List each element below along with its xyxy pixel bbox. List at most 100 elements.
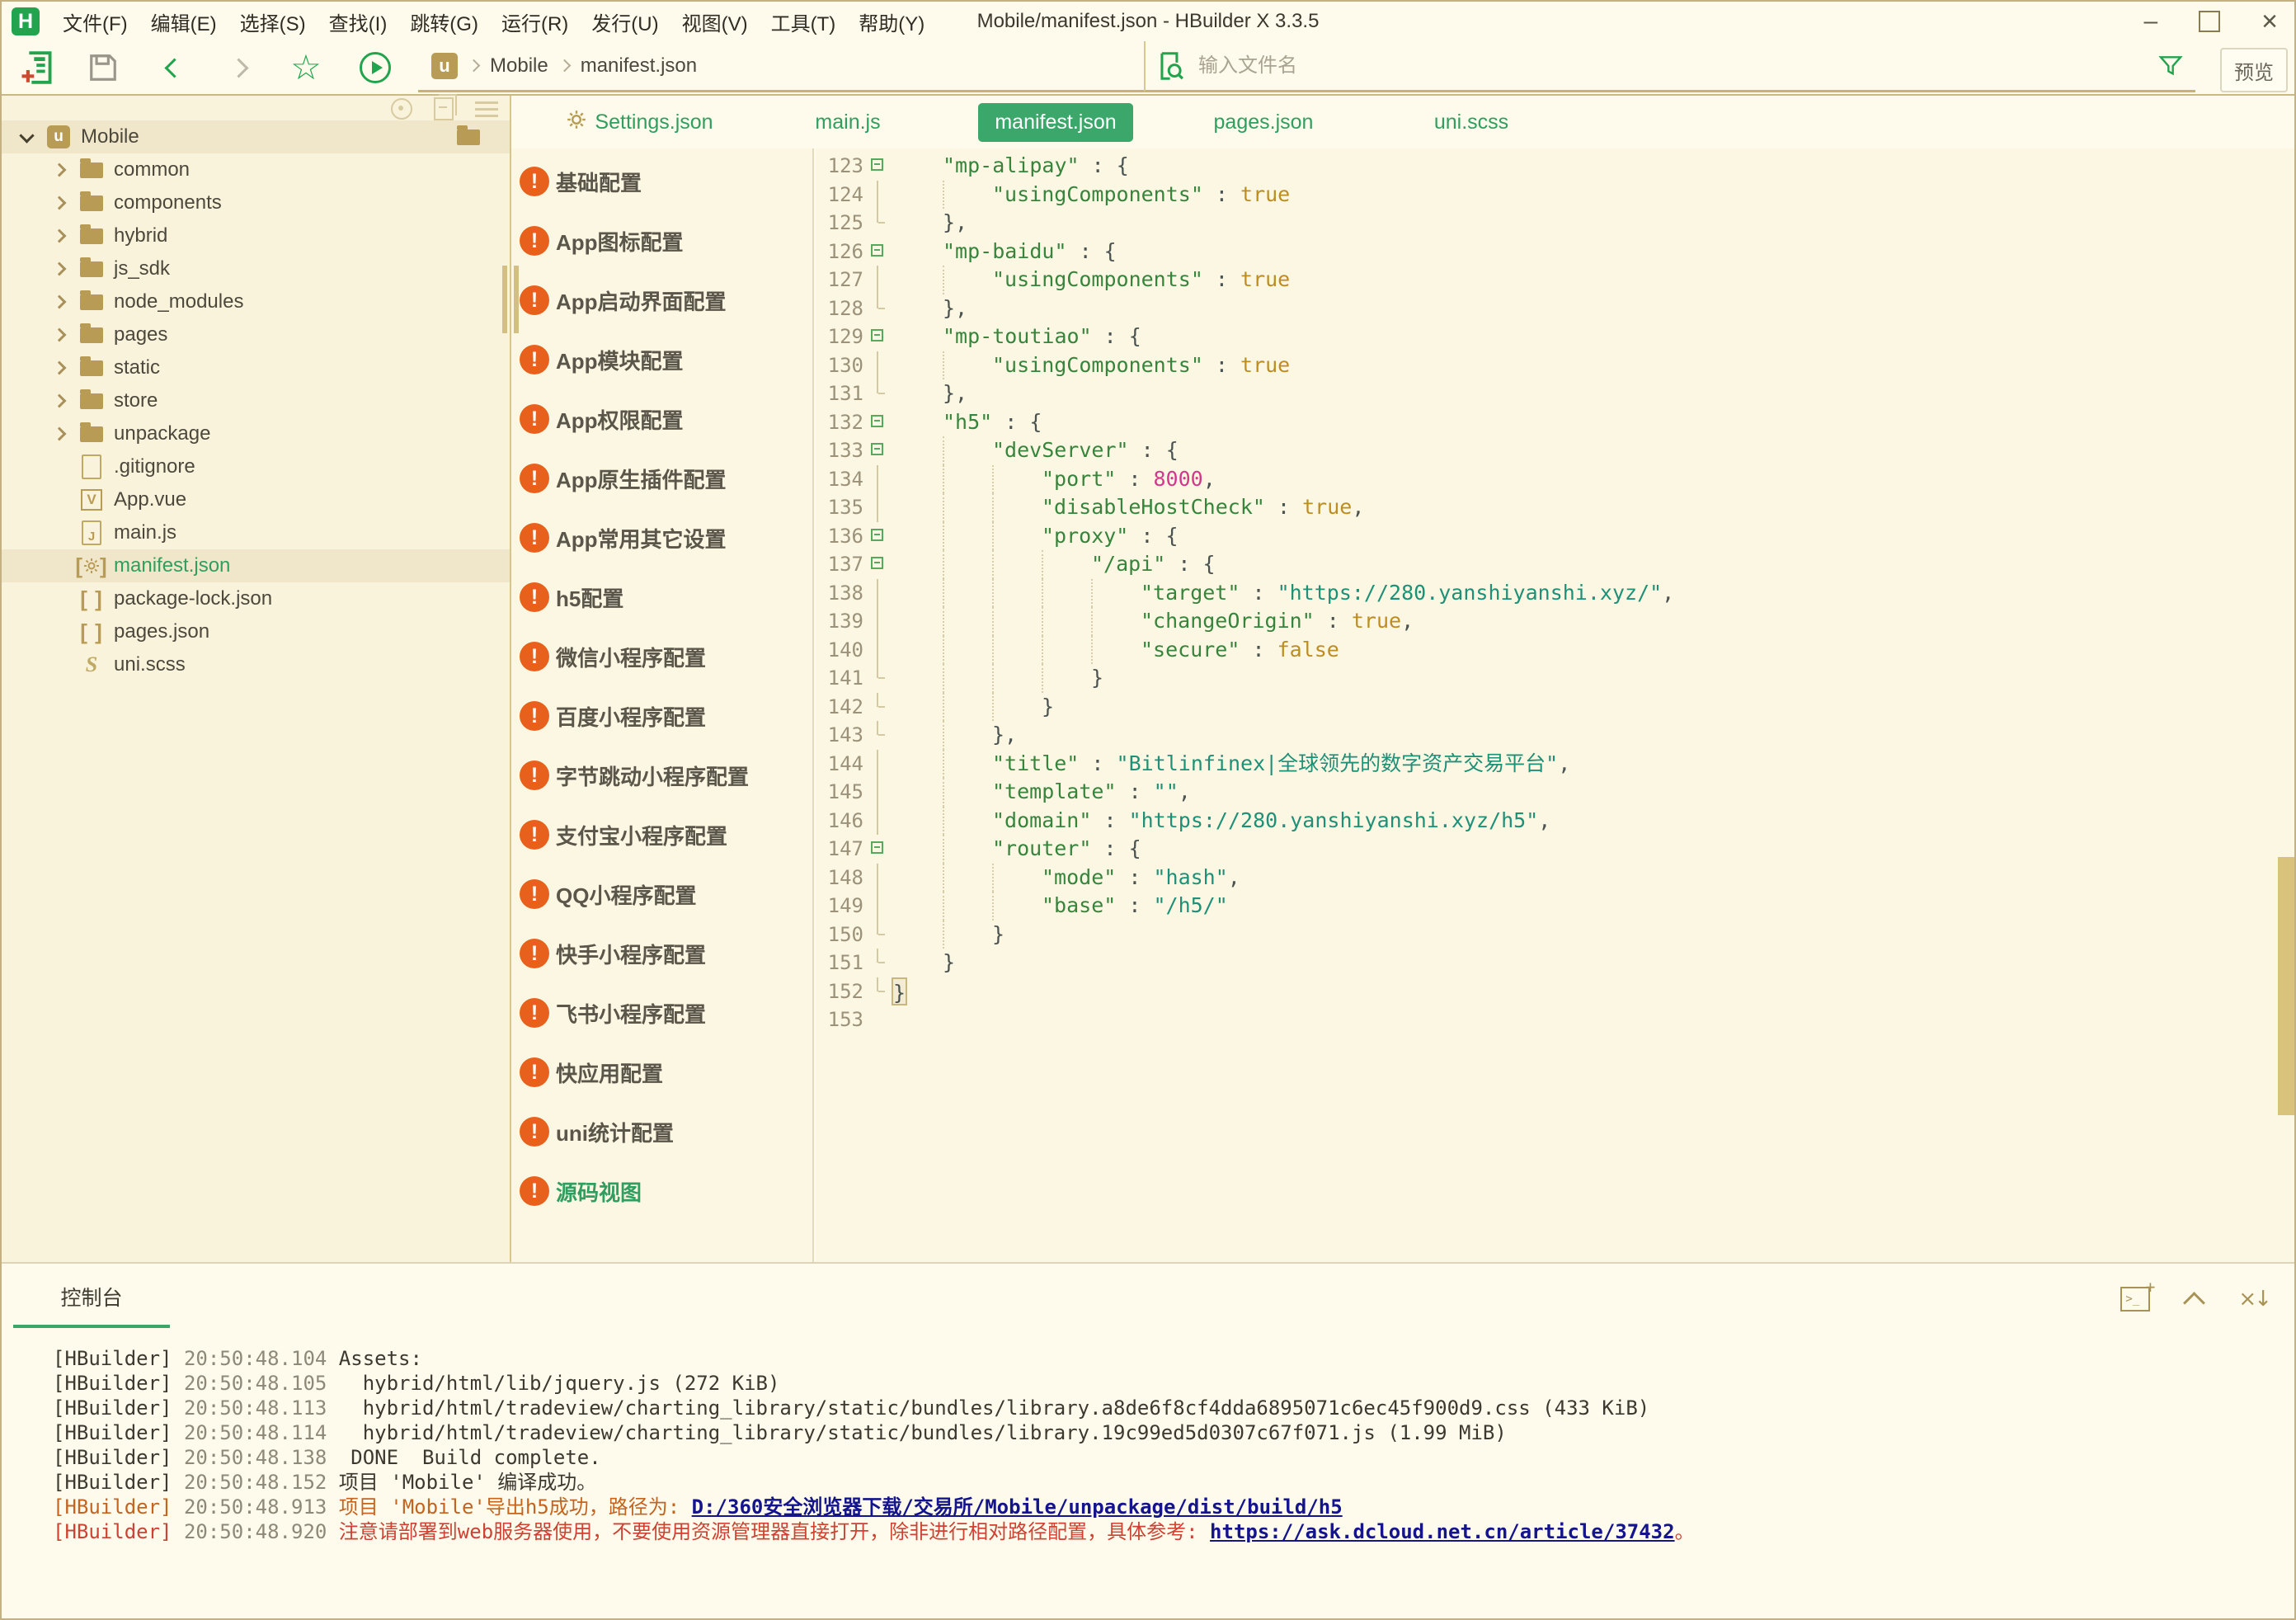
fold-marker[interactable] (863, 778, 893, 807)
chevron-down-icon[interactable] (12, 127, 41, 144)
tab-Settings.json[interactable]: Settings.json (550, 102, 729, 143)
tree-item-store[interactable]: store (2, 384, 510, 417)
hamburger-menu-icon[interactable] (475, 101, 498, 104)
tree-item-hybrid[interactable]: hybrid (2, 219, 510, 252)
tab-main.js[interactable]: main.js (798, 103, 896, 142)
fold-marker[interactable] (863, 863, 893, 892)
menu-item-7[interactable]: 视图(V) (670, 7, 760, 36)
tree-item-node_modules[interactable]: node_modules (2, 285, 510, 318)
back-button[interactable] (145, 41, 203, 94)
fold-marker[interactable] (863, 550, 893, 579)
console-link[interactable]: https://ask.dcloud.net.cn/article/37432 (1210, 1520, 1675, 1543)
config-item-快手小程序配置[interactable]: ! 快手小程序配置 (511, 924, 812, 983)
fold-marker[interactable] (863, 493, 893, 522)
fold-marker[interactable] (863, 436, 893, 465)
config-scrollbar-thumb[interactable] (514, 266, 519, 333)
menu-item-6[interactable]: 发行(U) (580, 7, 670, 36)
minimize-button[interactable]: – (2143, 9, 2157, 34)
new-terminal-icon[interactable]: >_ (2120, 1277, 2155, 1312)
fold-marker[interactable] (863, 920, 893, 949)
config-item-支付宝小程序配置[interactable]: ! 支付宝小程序配置 (511, 805, 812, 864)
fold-marker[interactable] (863, 635, 893, 665)
fold-marker[interactable] (863, 1005, 893, 1034)
config-item-App权限配置[interactable]: ! App权限配置 (511, 389, 812, 449)
editor-scrollbar-thumb[interactable] (2278, 857, 2294, 1115)
config-item-App图标配置[interactable]: ! App图标配置 (511, 211, 812, 271)
tree-item-main.js[interactable]: J main.js (2, 516, 510, 549)
config-item-h5配置[interactable]: ! h5配置 (511, 567, 812, 627)
tree-item-App.vue[interactable]: V App.vue (2, 483, 510, 516)
config-item-字节跳动小程序配置[interactable]: ! 字节跳动小程序配置 (511, 746, 812, 805)
breadcrumb-project[interactable]: Mobile (490, 54, 548, 78)
tree-root-mobile[interactable]: u Mobile (2, 120, 510, 153)
fold-marker[interactable] (863, 379, 893, 408)
fold-marker[interactable] (863, 749, 893, 779)
fold-marker[interactable] (863, 578, 893, 608)
run-button[interactable] (346, 41, 404, 94)
tree-item-.gitignore[interactable]: .gitignore (2, 450, 510, 483)
fold-marker[interactable] (863, 238, 893, 266)
fold-marker[interactable] (863, 266, 893, 294)
fold-marker[interactable] (863, 892, 893, 921)
fold-marker[interactable] (863, 294, 893, 323)
config-item-百度小程序配置[interactable]: ! 百度小程序配置 (511, 686, 812, 746)
menu-item-3[interactable]: 查找(I) (318, 7, 399, 36)
menu-item-5[interactable]: 运行(R) (490, 7, 580, 36)
tab-console[interactable]: 控制台 (13, 1282, 170, 1328)
config-item-App常用其它设置[interactable]: ! App常用其它设置 (511, 508, 812, 567)
fold-marker[interactable] (863, 607, 893, 636)
console-link[interactable]: D:/360安全浏览器下载/交易所/Mobile/unpackage/dist/… (692, 1495, 1343, 1519)
config-item-QQ小程序配置[interactable]: ! QQ小程序配置 (511, 864, 812, 924)
menu-item-2[interactable]: 选择(S) (228, 7, 318, 36)
fold-marker[interactable] (863, 522, 893, 551)
tab-pages.json[interactable]: pages.json (1197, 103, 1330, 142)
menu-item-0[interactable]: 文件(F) (51, 7, 139, 36)
fold-marker[interactable] (863, 408, 893, 437)
tree-item-components[interactable]: components (2, 186, 510, 219)
bookmark-button[interactable]: ☆ (277, 41, 335, 94)
config-item-基础配置[interactable]: ! 基础配置 (511, 152, 812, 211)
close-button[interactable]: × (2261, 7, 2278, 35)
fold-marker[interactable] (863, 209, 893, 238)
locate-file-icon[interactable] (391, 98, 412, 120)
config-item-uni统计配置[interactable]: ! uni统计配置 (511, 1102, 812, 1161)
config-item-App启动界面配置[interactable]: ! App启动界面配置 (511, 271, 812, 330)
config-item-源码视图[interactable]: ! 源码视图 (511, 1161, 812, 1221)
save-button[interactable] (74, 41, 132, 94)
new-file-button[interactable] (8, 41, 66, 94)
collapse-panel-icon[interactable] (2183, 1291, 2206, 1314)
tab-manifest.json[interactable]: manifest.json (978, 102, 1133, 142)
fold-marker[interactable] (863, 464, 893, 494)
fold-marker[interactable] (863, 323, 893, 351)
config-item-快应用配置[interactable]: ! 快应用配置 (511, 1043, 812, 1102)
fold-marker[interactable] (863, 692, 893, 722)
menu-item-1[interactable]: 编辑(E) (139, 7, 228, 36)
menu-item-9[interactable]: 帮助(Y) (847, 7, 936, 36)
fold-marker[interactable] (863, 835, 893, 864)
config-item-App原生插件配置[interactable]: ! App原生插件配置 (511, 449, 812, 508)
config-item-飞书小程序配置[interactable]: ! 飞书小程序配置 (511, 983, 812, 1043)
config-item-微信小程序配置[interactable]: ! 微信小程序配置 (511, 627, 812, 686)
tree-item-pages.json[interactable]: [ ] pages.json (2, 615, 510, 648)
code-editor[interactable]: 123 "mp-alipay" : { 124 "usingComponents… (816, 148, 2294, 1265)
menu-item-8[interactable]: 工具(T) (760, 7, 848, 36)
tab-uni.scss[interactable]: uni.scss (1418, 103, 1525, 142)
forward-button[interactable] (209, 41, 267, 94)
tree-item-uni.scss[interactable]: S uni.scss (2, 648, 510, 681)
fold-marker[interactable] (863, 806, 893, 836)
fold-marker[interactable] (863, 721, 893, 750)
breadcrumb-file[interactable]: manifest.json (581, 54, 697, 78)
tree-item-pages[interactable]: pages (2, 318, 510, 351)
filter-icon[interactable] (2157, 53, 2184, 79)
menu-item-4[interactable]: 跳转(G) (398, 7, 490, 36)
tree-item-manifest.json[interactable]: [] manifest.json (2, 549, 510, 582)
maximize-button[interactable] (2199, 11, 2221, 32)
fold-marker[interactable] (863, 180, 893, 210)
preview-button[interactable]: 预览 (2220, 48, 2288, 92)
fold-marker[interactable] (863, 977, 893, 1006)
config-item-App模块配置[interactable]: ! App模块配置 (511, 330, 812, 389)
tree-item-common[interactable]: common (2, 153, 510, 186)
clear-console-icon[interactable]: ×↓ (2238, 1287, 2272, 1312)
collapse-all-icon[interactable] (434, 94, 457, 120)
fold-marker[interactable] (863, 949, 893, 977)
